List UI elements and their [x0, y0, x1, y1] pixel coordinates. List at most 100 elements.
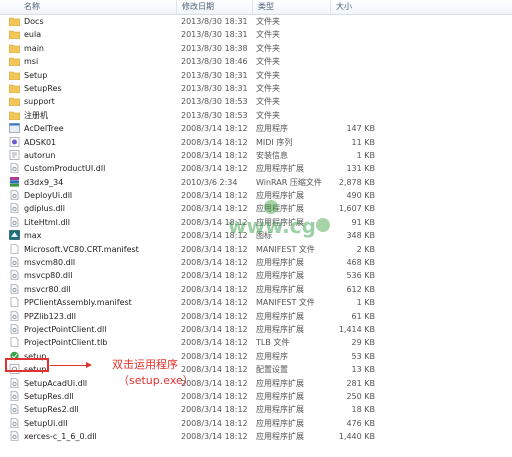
folder-icon [8, 29, 21, 40]
file-size: 1 KB [356, 298, 375, 308]
file-name: CustomProductUI.dll [24, 164, 106, 174]
file-row[interactable]: d3dx9_34 2010/3/6 2:34 WinRAR 压缩文件 2,878 KB [0, 176, 512, 189]
file-type: WinRAR 压缩文件 [256, 177, 322, 187]
file-size: 29 KB [351, 338, 375, 348]
file-date: 2008/3/14 18:12 [181, 271, 248, 281]
file-date: 2008/3/14 18:12 [181, 150, 248, 160]
file-date: 2013/8/30 18:31 [181, 17, 248, 26]
file-row[interactable]: eula 2013/8/30 18:31 文件夹 [0, 28, 512, 41]
file-row[interactable]: msvcp80.dll 2008/3/14 18:12 应用程序扩展 536 KB [0, 269, 512, 282]
file-row[interactable]: setup 2008/3/14 18:12 应用程序 53 KB [0, 350, 512, 363]
file-name: AcDelTree [24, 124, 64, 134]
file-size: 147 KB [346, 124, 375, 134]
file-row[interactable]: main 2013/8/30 18:38 文件夹 [0, 42, 512, 55]
file-type: MIDI 序列 [256, 137, 293, 147]
file-row[interactable]: ADSK01 2008/3/14 18:12 MIDI 序列 11 KB [0, 136, 512, 149]
file-type: 文件夹 [256, 70, 280, 80]
file-row[interactable]: support 2013/8/30 18:53 文件夹 [0, 95, 512, 108]
file-type: 应用程序扩展 [256, 191, 304, 201]
annotation-arrow-head-icon [86, 362, 92, 368]
file-row[interactable]: msvcr80.dll 2008/3/14 18:12 应用程序扩展 612 KB [0, 283, 512, 296]
dll-icon [9, 257, 20, 267]
dll-icon [9, 391, 20, 401]
file-row[interactable]: PPZlib123.dll 2008/3/14 18:12 应用程序扩展 61 KB [0, 310, 512, 323]
dll-icon [9, 310, 20, 321]
column-divider[interactable] [176, 0, 177, 14]
folder-icon [8, 70, 21, 80]
file-date: 2008/3/14 18:12 [181, 432, 248, 442]
column-header-bar: 名称 修改日期 类型 大小 [0, 0, 512, 15]
setup-info-icon [9, 150, 20, 160]
file-name: msi [24, 57, 39, 67]
file-type: 文件夹 [256, 57, 280, 67]
file-size: 2,878 KB [338, 177, 375, 187]
file-name: ProjectPointClient.dll [24, 324, 107, 334]
file-size: 476 KB [346, 418, 375, 428]
file-name: DeployUi.dll [24, 191, 73, 201]
file-type: 文件夹 [256, 30, 280, 40]
file-name: msvcm80.dll [24, 258, 76, 268]
dll-icon [9, 404, 20, 415]
file-row[interactable]: SetupRes2.dll 2008/3/14 18:12 应用程序扩展 18 KB [0, 403, 512, 416]
column-header-name[interactable]: 名称 [24, 1, 40, 12]
file-type: MANIFEST 文件 [256, 298, 315, 308]
column-header-size[interactable]: 大小 [336, 1, 352, 12]
file-date: 2013/8/30 18:31 [181, 70, 248, 80]
file-size: 612 KB [346, 284, 375, 294]
folder-icon [8, 110, 21, 121]
file-row[interactable]: AcDelTree 2008/3/14 18:12 应用程序 147 KB [0, 122, 512, 135]
file-row[interactable]: Microsoft.VC80.CRT.manifest 2008/3/14 18:… [0, 243, 512, 256]
watermark-text: www.cg [228, 214, 316, 238]
file-type: TLB 文件 [256, 338, 290, 348]
file-size: 11 KB [351, 137, 375, 147]
file-name: SetupUi.dll [24, 418, 68, 428]
manifest-file-icon [9, 243, 20, 254]
file-type: 应用程序扩展 [256, 311, 304, 321]
file-name: SetupRes.dll [24, 391, 74, 401]
column-divider[interactable] [252, 0, 253, 14]
file-row[interactable]: Setup 2013/8/30 18:31 文件夹 [0, 69, 512, 82]
file-row[interactable]: msi 2013/8/30 18:46 文件夹 [0, 55, 512, 68]
file-size: 91 KB [351, 217, 375, 227]
file-name: Docs [24, 17, 44, 26]
column-divider[interactable] [330, 0, 331, 14]
file-row[interactable]: PPClientAssembly.manifest 2008/3/14 18:12… [0, 296, 512, 309]
dll-icon [9, 203, 20, 214]
folder-icon [8, 16, 21, 27]
file-size: 61 KB [351, 311, 375, 321]
file-row[interactable]: 注册机 2013/8/30 18:53 文件夹 [0, 109, 512, 122]
column-header-type[interactable]: 类型 [258, 1, 274, 12]
file-date: 2008/3/14 18:12 [181, 324, 248, 334]
file-row[interactable]: xerces-c_1_6_0.dll 2008/3/14 18:12 应用程序扩展 1… [0, 430, 512, 443]
dll-icon [9, 190, 20, 200]
file-row[interactable]: SetupRes.dll 2008/3/14 18:12 应用程序扩展 250 KB [0, 390, 512, 403]
file-size: 490 KB [346, 191, 375, 201]
file-date: 2008/3/14 18:12 [181, 137, 248, 147]
file-size: 468 KB [346, 258, 375, 268]
column-header-date[interactable]: 修改日期 [182, 1, 214, 12]
file-row[interactable]: ProjectPointClient.tlb 2008/3/14 18:12 TLB… [0, 336, 512, 349]
file-type: MANIFEST 文件 [256, 244, 315, 254]
file-row[interactable]: CustomProductUI.dll 2008/3/14 18:12 应用程序扩展… [0, 162, 512, 175]
file-type: 应用程序扩展 [256, 418, 304, 428]
file-name: gdiplus.dll [24, 204, 65, 214]
file-date: 2013/8/30 18:31 [181, 83, 248, 93]
file-row[interactable]: autorun 2008/3/14 18:12 安装信息 1 KB [0, 149, 512, 162]
file-row[interactable]: msvcm80.dll 2008/3/14 18:12 应用程序扩展 468 KB [0, 256, 512, 269]
file-date: 2013/8/30 18:53 [181, 110, 248, 120]
max-icon [9, 230, 20, 241]
file-type: 应用程序扩展 [256, 284, 304, 294]
dll-icon [9, 431, 20, 441]
file-name: Setup [24, 70, 48, 80]
dll-icon [9, 217, 20, 227]
file-row[interactable]: SetupAcadUi.dll 2008/3/14 18:12 应用程序扩展 281 … [0, 377, 512, 390]
file-row[interactable]: SetupRes 2013/8/30 18:31 文件夹 [0, 82, 512, 95]
file-row[interactable]: DeployUi.dll 2008/3/14 18:12 应用程序扩展 490 KB [0, 189, 512, 202]
file-name: msvcr80.dll [24, 284, 71, 294]
file-row[interactable]: Docs 2013/8/30 18:31 文件夹 [0, 15, 512, 28]
file-name: eula [24, 30, 42, 40]
file-row[interactable]: SetupUi.dll 2008/3/14 18:12 应用程序扩展 476 KB [0, 417, 512, 430]
file-row[interactable]: ProjectPointClient.dll 2008/3/14 18:12 应用程… [0, 323, 512, 336]
folder-icon [8, 83, 21, 94]
file-name: ProjectPointClient.tlb [24, 338, 108, 348]
